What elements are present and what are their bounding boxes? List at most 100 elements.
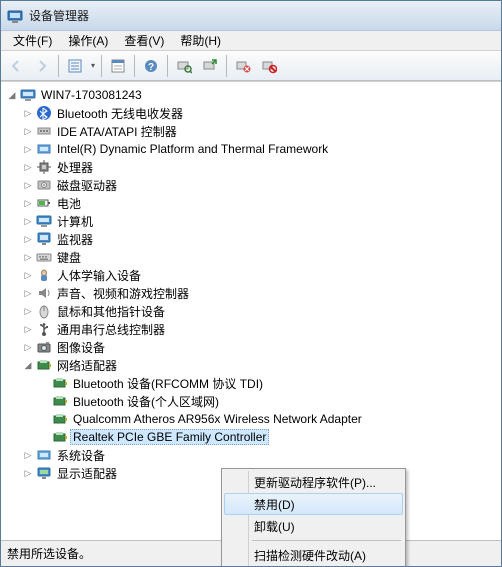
tree-category[interactable]: ▷ 声音、视频和游戏控制器 — [5, 284, 501, 302]
category-label: 鼠标和其他指针设备 — [54, 302, 168, 321]
disable-button[interactable] — [257, 54, 281, 78]
context-separator — [252, 540, 401, 541]
display-icon — [36, 465, 52, 481]
computer-icon — [36, 213, 52, 229]
tree-category[interactable]: ▷ 图像设备 — [5, 338, 501, 356]
device-label: Bluetooth 设备(RFCOMM 协议 TDI) — [70, 374, 266, 393]
system-icon — [36, 141, 52, 157]
device-label: Realtek PCIe GBE Family Controller — [70, 429, 269, 445]
tree-category[interactable]: ▷系统设备 — [5, 446, 501, 464]
svg-text:?: ? — [148, 62, 154, 73]
expander-open-icon[interactable]: ◢ — [5, 88, 19, 102]
update-driver-button[interactable] — [198, 54, 222, 78]
category-label: 图像设备 — [54, 338, 108, 357]
expander-closed-icon[interactable]: ▷ — [21, 106, 35, 120]
back-button — [4, 54, 28, 78]
expander-closed-icon[interactable]: ▷ — [21, 340, 35, 354]
network-device[interactable]: Bluetooth 设备(个人区域网) — [5, 392, 501, 410]
expander-closed-icon[interactable]: ▷ — [21, 160, 35, 174]
forward-button — [30, 54, 54, 78]
scan-hardware-button[interactable] — [172, 54, 196, 78]
category-label: 磁盘驱动器 — [54, 176, 120, 195]
category-label: 显示适配器 — [54, 464, 120, 483]
expander-closed-icon[interactable]: ▷ — [21, 268, 35, 282]
context-item-label: 更新驱动程序软件(P)... — [254, 474, 376, 491]
network-device[interactable]: Qualcomm Atheros AR956x Wireless Network… — [5, 410, 501, 428]
show-hide-tree-button[interactable] — [63, 54, 87, 78]
expander-closed-icon[interactable]: ▷ — [21, 304, 35, 318]
tree-category[interactable]: ▷Intel(R) Dynamic Platform and Thermal F… — [5, 140, 501, 158]
menu-action[interactable]: 操作(A) — [60, 30, 116, 51]
context-disable[interactable]: 禁用(D) — [224, 493, 403, 515]
menu-file[interactable]: 文件(F) — [5, 30, 60, 51]
expander-open-icon[interactable]: ◢ — [21, 358, 35, 372]
tree-category[interactable]: ▷通用串行总线控制器 — [5, 320, 501, 338]
category-label: 电池 — [54, 194, 84, 213]
toolbar-separator — [226, 55, 227, 77]
expander-closed-icon[interactable]: ▷ — [21, 178, 35, 192]
expander-closed-icon[interactable]: ▷ — [21, 448, 35, 462]
category-label: IDE ATA/ATAPI 控制器 — [54, 122, 180, 141]
tree-category[interactable]: ▷处理器 — [5, 158, 501, 176]
tree-category[interactable]: ▷ 计算机 — [5, 212, 501, 230]
tree-category[interactable]: ▷ 人体学输入设备 — [5, 266, 501, 284]
context-update-driver[interactable]: 更新驱动程序软件(P)... — [224, 471, 403, 493]
device-manager-window: 设备管理器 文件(F) 操作(A) 查看(V) 帮助(H) ▾ ? — [0, 0, 502, 567]
expander-closed-icon[interactable]: ▷ — [21, 196, 35, 210]
computer-icon — [20, 87, 36, 103]
usb-icon — [36, 321, 52, 337]
toolbar: ▾ ? — [1, 51, 501, 81]
category-label: 人体学输入设备 — [54, 266, 144, 285]
imaging-icon — [36, 339, 52, 355]
help-button[interactable]: ? — [139, 54, 163, 78]
tree-category[interactable]: ▷键盘 — [5, 248, 501, 266]
uninstall-button[interactable] — [231, 54, 255, 78]
context-item-label: 禁用(D) — [254, 496, 295, 513]
tree-category[interactable]: ▷ IDE ATA/ATAPI 控制器 — [5, 122, 501, 140]
disable-icon — [261, 58, 277, 74]
expander-closed-icon[interactable]: ▷ — [21, 466, 35, 480]
tree-icon — [67, 58, 83, 74]
menubar: 文件(F) 操作(A) 查看(V) 帮助(H) — [1, 31, 501, 51]
context-scan-hardware[interactable]: 扫描检测硬件改动(A) — [224, 544, 403, 566]
update-icon — [202, 58, 218, 74]
system-icon — [36, 447, 52, 463]
network-adapter-icon — [36, 357, 52, 373]
expander-closed-icon[interactable]: ▷ — [21, 286, 35, 300]
tree-category[interactable]: ▷监视器 — [5, 230, 501, 248]
tree-category[interactable]: ▷ 鼠标和其他指针设备 — [5, 302, 501, 320]
expander-closed-icon[interactable]: ▷ — [21, 214, 35, 228]
category-label: 计算机 — [54, 212, 96, 231]
app-icon — [7, 8, 23, 24]
category-network-adapters[interactable]: ◢ 网络适配器 — [5, 356, 501, 374]
tree-category[interactable]: ▷ Bluetooth 无线电收发器 — [5, 104, 501, 122]
tree-category[interactable]: ▷ 磁盘驱动器 — [5, 176, 501, 194]
network-device[interactable]: Realtek PCIe GBE Family Controller — [5, 428, 501, 446]
expander-closed-icon[interactable]: ▷ — [21, 250, 35, 264]
menu-view[interactable]: 查看(V) — [116, 30, 172, 51]
tree-category[interactable]: ▷ 电池 — [5, 194, 501, 212]
tree-root-label: WIN7-1703081243 — [38, 87, 145, 103]
menu-help[interactable]: 帮助(H) — [172, 30, 229, 51]
context-uninstall[interactable]: 卸载(U) — [224, 515, 403, 537]
toolbar-separator — [167, 55, 168, 77]
category-label: Bluetooth 无线电收发器 — [54, 104, 186, 123]
expander-closed-icon[interactable]: ▷ — [21, 124, 35, 138]
expander-closed-icon[interactable]: ▷ — [21, 232, 35, 246]
context-item-label: 卸载(U) — [254, 518, 295, 535]
properties-button[interactable] — [106, 54, 130, 78]
expander-closed-icon[interactable]: ▷ — [21, 142, 35, 156]
toolbar-separator — [58, 55, 59, 77]
device-label: Bluetooth 设备(个人区域网) — [70, 392, 222, 411]
category-label: 网络适配器 — [54, 356, 120, 375]
category-label: 声音、视频和游戏控制器 — [54, 284, 192, 303]
context-menu: 更新驱动程序软件(P)... 禁用(D) 卸载(U) 扫描检测硬件改动(A) — [221, 468, 406, 567]
arrow-right-icon — [34, 58, 50, 74]
network-device[interactable]: Bluetooth 设备(RFCOMM 协议 TDI) — [5, 374, 501, 392]
titlebar: 设备管理器 — [1, 1, 501, 31]
arrow-left-icon — [8, 58, 24, 74]
device-label: Qualcomm Atheros AR956x Wireless Network… — [70, 411, 365, 427]
dropdown-arrow-icon[interactable]: ▾ — [88, 61, 98, 70]
tree-root[interactable]: ◢ WIN7-1703081243 — [5, 86, 501, 104]
expander-closed-icon[interactable]: ▷ — [21, 322, 35, 336]
